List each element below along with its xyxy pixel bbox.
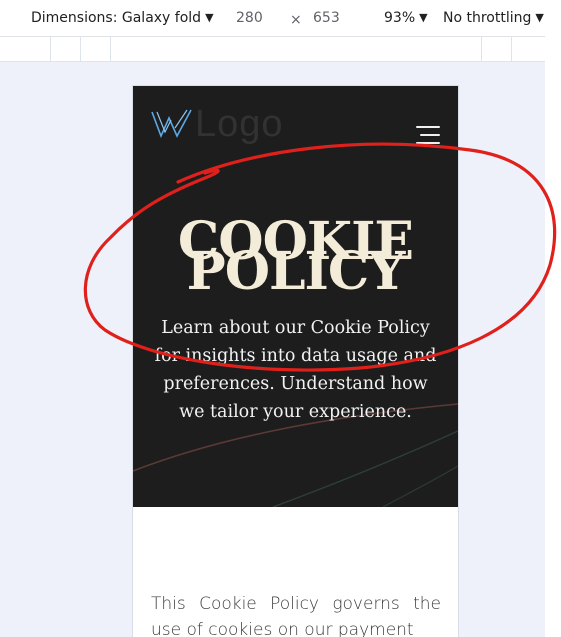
hero-title-line2: POLICY [186, 241, 406, 302]
caret-down-icon: ▼ [535, 11, 544, 24]
caret-down-icon: ▼ [419, 11, 428, 24]
ruler-tick [511, 37, 512, 61]
device-viewport: Logo COOKIE POLICY Learn about our Cooki… [133, 86, 458, 637]
hero-description: Learn about our Cookie Policy for insigh… [154, 318, 437, 422]
ruler-tick [481, 37, 482, 61]
width-input[interactable]: 280 [236, 9, 263, 27]
content-section: This Cookie Policy governs the use of co… [133, 507, 458, 637]
throttling-label: No throttling [443, 10, 532, 26]
dimensions-label: Dimensions: Galaxy fold [31, 10, 202, 26]
logo-text: Logo [195, 103, 284, 145]
hero-section: Logo COOKIE POLICY Learn about our Cooki… [133, 86, 458, 507]
dimension-separator: × [290, 12, 302, 28]
throttling-select[interactable]: No throttling ▼ [443, 9, 544, 28]
ruler-tick [50, 37, 51, 61]
ruler-tick [80, 37, 81, 61]
site-logo[interactable]: Logo [151, 103, 284, 145]
caret-down-icon: ▼ [205, 11, 214, 24]
devtools-device-toolbar: Dimensions: Galaxy fold ▼ 280 × 653 93% ▼ … [0, 0, 545, 37]
dimensions-select[interactable]: Dimensions: Galaxy fold ▼ [31, 9, 214, 28]
page-scrollbar[interactable] [545, 0, 561, 637]
media-query-ruler[interactable] [0, 37, 545, 62]
w-logo-icon [151, 109, 192, 139]
zoom-label: 93% [384, 10, 416, 26]
hamburger-menu-icon[interactable] [416, 126, 440, 146]
ruler-tick [110, 37, 111, 61]
height-input[interactable]: 653 [313, 9, 340, 27]
cookie-policy-intro: This Cookie Policy governs the use of co… [151, 594, 441, 637]
zoom-select[interactable]: 93% ▼ [384, 9, 428, 28]
